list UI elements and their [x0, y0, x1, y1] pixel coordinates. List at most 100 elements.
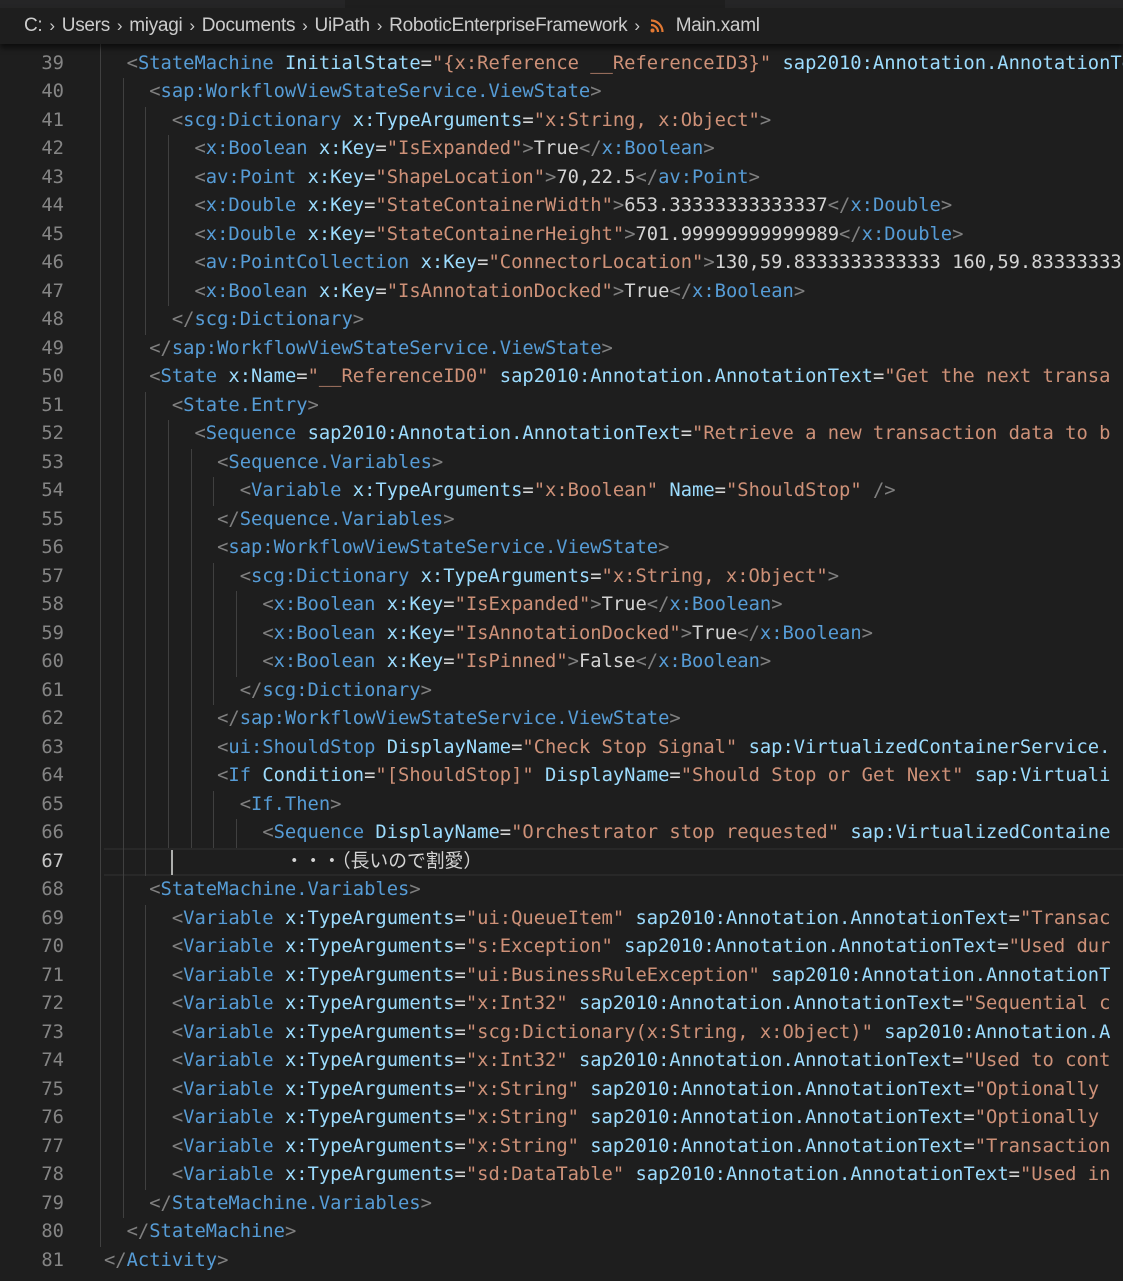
- xml-attribute: sap2010:Annotation.AnnotationText: [307, 423, 681, 444]
- code-line[interactable]: 58 <x:Boolean x:Key="IsExpanded">True</x…: [0, 591, 1123, 620]
- code-text: <Variable x:TypeArguments="x:String" sap…: [104, 1076, 1123, 1105]
- code-line[interactable]: 76 <Variable x:TypeArguments="x:String" …: [0, 1104, 1123, 1133]
- line-number: 62: [41, 708, 64, 729]
- code-line[interactable]: 63 <ui:ShouldStop DisplayName="Check Sto…: [0, 733, 1123, 762]
- xml-string: "IsExpanded": [386, 138, 523, 159]
- xml-text: =: [680, 423, 693, 444]
- code-line[interactable]: 41 <scg:Dictionary x:TypeArguments="x:St…: [0, 106, 1123, 135]
- xml-text: =: [714, 480, 726, 501]
- code-text: ・・・（長いので割愛）: [104, 848, 1123, 877]
- code-line[interactable]: 44 <x:Double x:Key="StateContainerWidth"…: [0, 192, 1123, 221]
- breadcrumb-documents[interactable]: Documents: [202, 15, 296, 37]
- xml-text: [839, 822, 850, 843]
- line-number: 65: [41, 793, 64, 815]
- breadcrumb-project[interactable]: RoboticEnterpriseFramework: [389, 15, 628, 37]
- code-line[interactable]: 66 <Sequence DisplayName="Orchestrator s…: [0, 819, 1123, 848]
- code-line[interactable]: 52 <Sequence sap2010:Annotation.Annotati…: [0, 420, 1123, 449]
- xml-string: "IsPinned": [454, 651, 568, 672]
- code-line[interactable]: 73 <Variable x:TypeArguments="scg:Dictio…: [0, 1018, 1123, 1047]
- xml-attribute: x:TypeArguments: [284, 964, 455, 986]
- xml-attribute: DisplayName: [375, 822, 500, 843]
- code-line[interactable]: 74 <Variable x:TypeArguments="x:Int32" s…: [0, 1047, 1123, 1076]
- xml-tag-name: Variable: [183, 1164, 274, 1185]
- code-line[interactable]: 40 <sap:WorkflowViewStateService.ViewSta…: [0, 78, 1123, 107]
- xml-punctuation: >: [612, 280, 625, 302]
- code-line[interactable]: 53 <Sequence.Variables>: [0, 448, 1123, 477]
- xml-text: =: [1008, 1164, 1020, 1185]
- code-line[interactable]: 48 </scg:Dictionary>: [0, 306, 1123, 335]
- code-line[interactable]: 78 <Variable x:TypeArguments="sd:DataTab…: [0, 1161, 1123, 1190]
- breadcrumb-users[interactable]: Users: [62, 15, 110, 37]
- xml-attribute: x:TypeArguments: [420, 565, 591, 587]
- code-line[interactable]: 51 <State.Entry>: [0, 391, 1123, 420]
- code-line-active[interactable]: 67 ・・・（長いので割愛）: [0, 847, 1123, 877]
- tab-main-xaml[interactable]: [345, 0, 725, 8]
- xml-text: [104, 1164, 172, 1185]
- code-line[interactable]: 54 <Variable x:TypeArguments="x:Boolean"…: [0, 477, 1123, 506]
- code-line[interactable]: 80 </StateMachine>: [0, 1218, 1123, 1247]
- code-line[interactable]: 60 <x:Boolean x:Key="IsPinned">False</x:…: [0, 648, 1123, 677]
- xml-punctuation: <: [239, 793, 251, 815]
- xml-attribute: x:Key: [307, 223, 365, 245]
- code-line[interactable]: 56 <sap:WorkflowViewStateService.ViewSta…: [0, 534, 1123, 563]
- code-editor[interactable]: 38 </TextExpression.ReferencesForImpleme…: [0, 21, 1123, 1275]
- code-line[interactable]: 49 </sap:WorkflowViewStateService.ViewSt…: [0, 334, 1123, 363]
- line-number: 66: [41, 822, 64, 843]
- indent-guide: [100, 420, 101, 449]
- breadcrumb-drive[interactable]: C:: [24, 15, 43, 37]
- xml-text: =: [296, 366, 308, 387]
- code-line[interactable]: 50 <State x:Name="__ReferenceID0" sap201…: [0, 363, 1123, 392]
- chevron-right-icon: ›: [302, 16, 308, 35]
- code-line[interactable]: 61 </scg:Dictionary>: [0, 676, 1123, 705]
- breadcrumb-uipath[interactable]: UiPath: [315, 15, 371, 37]
- xml-punctuation: <: [262, 622, 274, 644]
- indent-guide: [100, 1161, 101, 1190]
- code-line[interactable]: 62 </sap:WorkflowViewStateService.ViewSt…: [0, 705, 1123, 734]
- indent-guide: [100, 163, 101, 192]
- code-text: <Variable x:TypeArguments="x:Int32" sap2…: [104, 1047, 1123, 1076]
- breadcrumb-file[interactable]: Main.xaml: [676, 15, 760, 37]
- xml-string: "x:String": [465, 1135, 579, 1157]
- code-line[interactable]: 81 </Activity>: [0, 1247, 1123, 1276]
- xml-text: =: [364, 223, 376, 245]
- code-line[interactable]: 45 <x:Double x:Key="StateContainerHeight…: [0, 220, 1123, 249]
- xml-punctuation: >: [420, 679, 432, 701]
- code-line[interactable]: 72 <Variable x:TypeArguments="x:Int32" s…: [0, 990, 1123, 1019]
- code-line[interactable]: 71 <Variable x:TypeArguments="ui:Busines…: [0, 961, 1123, 990]
- indent-guide: [100, 1075, 101, 1104]
- code-line[interactable]: 59 <x:Boolean x:Key="IsAnnotationDocked"…: [0, 619, 1123, 648]
- xml-text: [534, 765, 545, 786]
- xml-punctuation: </: [737, 622, 760, 644]
- code-line[interactable]: 42 <x:Boolean x:Key="IsExpanded">True</x…: [0, 135, 1123, 164]
- code-line[interactable]: 55 </Sequence.Variables>: [0, 505, 1123, 534]
- code-line[interactable]: 69 <Variable x:TypeArguments="ui:QueueIt…: [0, 904, 1123, 933]
- xml-text: [104, 965, 172, 986]
- xml-string: "Get the next transa: [884, 366, 1111, 387]
- code-line[interactable]: 65 <If.Then>: [0, 790, 1123, 819]
- code-line[interactable]: 70 <Variable x:TypeArguments="s:Exceptio…: [0, 933, 1123, 962]
- xml-punctuation: >: [590, 594, 602, 615]
- xml-punctuation: <: [217, 765, 229, 786]
- xml-attribute: InitialState: [284, 52, 421, 74]
- code-line[interactable]: 79 </StateMachine.Variables>: [0, 1189, 1123, 1218]
- code-line[interactable]: 64 <If Condition="[ShouldStop]" DisplayN…: [0, 762, 1123, 791]
- code-line[interactable]: 77 <Variable x:TypeArguments="x:String" …: [0, 1132, 1123, 1161]
- code-text: <State x:Name="__ReferenceID0" sap2010:A…: [104, 363, 1123, 392]
- breadcrumb-user[interactable]: miyagi: [129, 15, 182, 37]
- xml-text: [104, 737, 217, 758]
- code-text: <StateMachine.Variables>: [104, 876, 1123, 905]
- xml-string: "ShouldStop": [725, 480, 862, 501]
- code-line[interactable]: 57 <scg:Dictionary x:TypeArguments="x:St…: [0, 562, 1123, 591]
- code-line[interactable]: 47 <x:Boolean x:Key="IsAnnotationDocked"…: [0, 277, 1123, 306]
- code-line[interactable]: 39 <StateMachine InitialState="{x:Refere…: [0, 49, 1123, 78]
- code-line[interactable]: 68 <StateMachine.Variables>: [0, 876, 1123, 905]
- code-line[interactable]: 46 <av:PointCollection x:Key="ConnectorL…: [0, 249, 1123, 278]
- code-text: <x:Double x:Key="StateContainerWidth">65…: [104, 192, 1123, 221]
- indent-guide: [100, 192, 101, 221]
- code-line[interactable]: 75 <Variable x:TypeArguments="x:String" …: [0, 1075, 1123, 1105]
- code-line[interactable]: 43 <av:Point x:Key="ShapeLocation">70,22…: [0, 163, 1123, 192]
- xml-tag-name: StateMachine.Variables: [160, 879, 410, 900]
- line-number: 74: [41, 1050, 64, 1071]
- indent-guide: [100, 1132, 101, 1161]
- xml-punctuation: >: [703, 252, 715, 273]
